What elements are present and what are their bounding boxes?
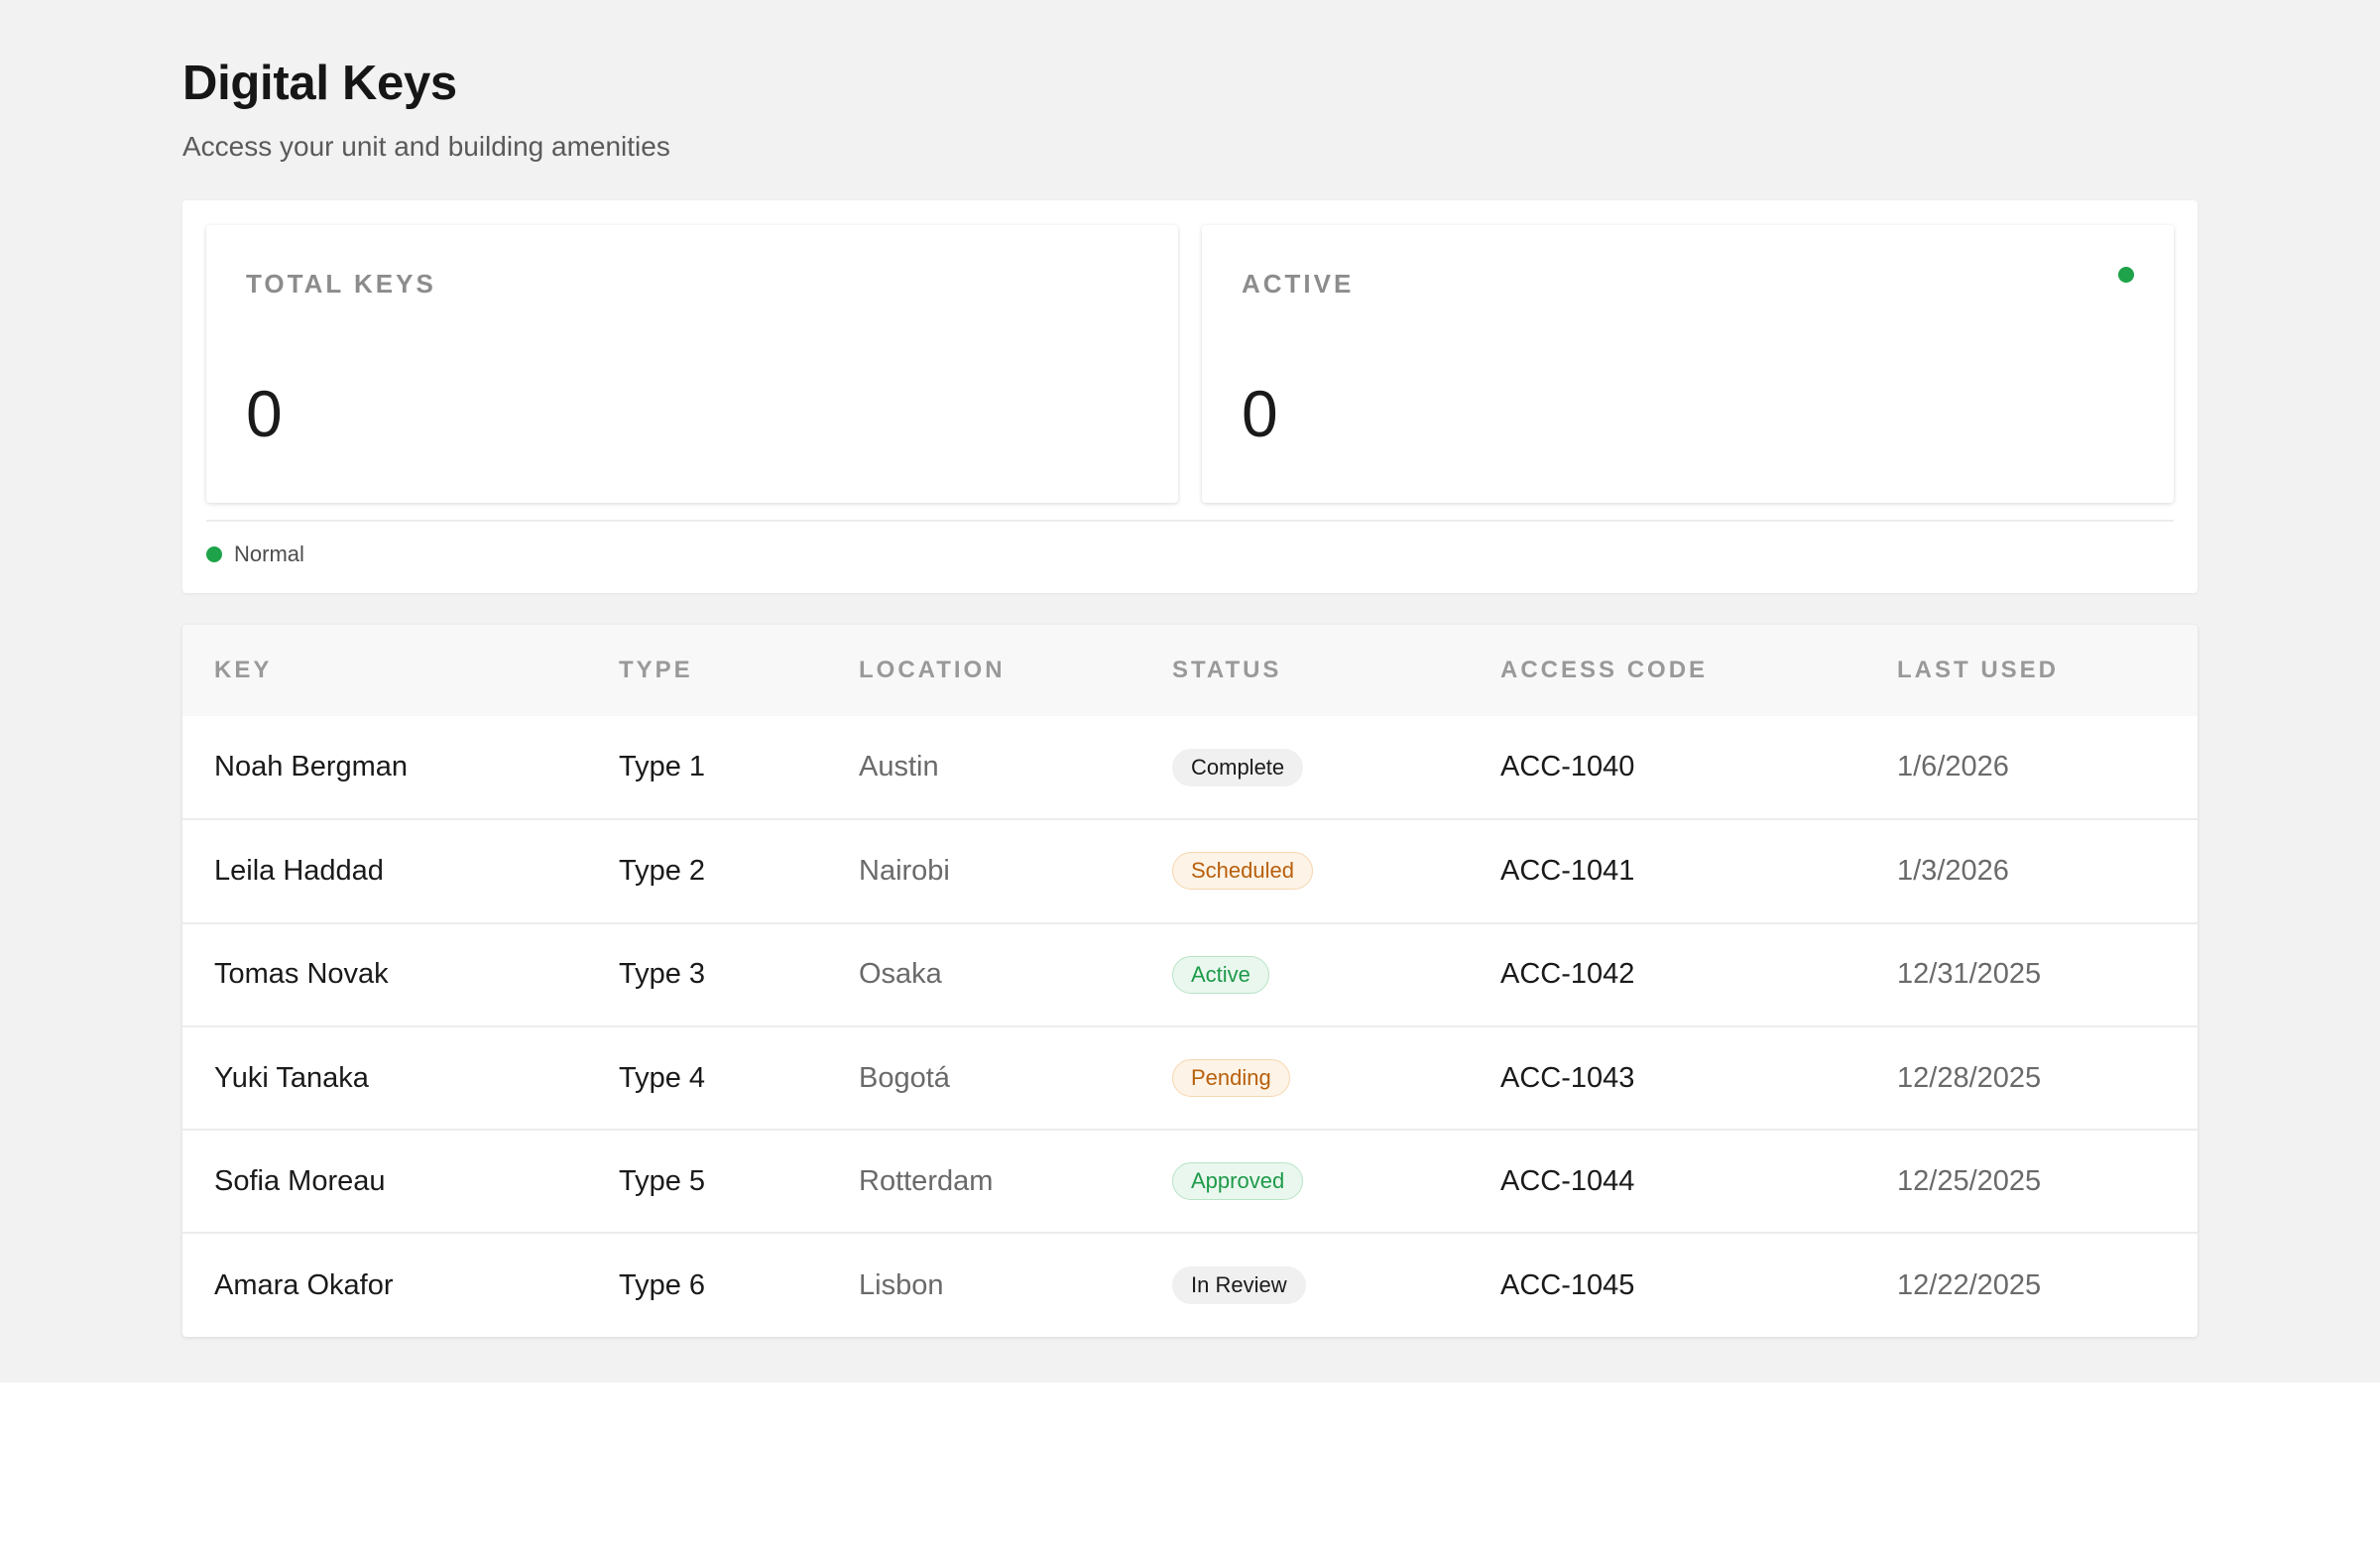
- last-used-cell: 1/3/2026: [1897, 854, 2009, 887]
- table-header-row: KEY TYPE LOCATION STATUS ACCESS CODE LAST USE…: [182, 625, 2198, 716]
- key-cell: Tomas Novak: [214, 958, 389, 991]
- stat-card-active: ACTIVE 0: [1202, 225, 2174, 503]
- key-cell: Leila Haddad: [214, 854, 384, 887]
- table-row[interactable]: Amara Okafor Type 6 Lisbon In Review ACC-104…: [182, 1233, 2198, 1336]
- access-code-cell: ACC-1040: [1500, 751, 1635, 783]
- last-used-cell: 1/6/2026: [1897, 751, 2009, 783]
- location-cell: Rotterdam: [859, 1164, 994, 1197]
- status-badge: Pending: [1172, 1059, 1290, 1098]
- table-body: Noah Bergman Type 1 Austin Complete ACC-1040…: [182, 716, 2198, 1337]
- keys-table: KEY TYPE LOCATION STATUS ACCESS CODE LAST USE…: [182, 625, 2198, 1337]
- access-code-cell: ACC-1042: [1500, 958, 1635, 991]
- location-cell: Bogotá: [859, 1061, 950, 1094]
- type-cell: Type 5: [619, 1164, 706, 1197]
- table-row[interactable]: Sofia Moreau Type 5 Rotterdam Approved ACC-1…: [182, 1130, 2198, 1233]
- status-badge: Complete: [1172, 748, 1304, 786]
- access-code-cell: ACC-1044: [1500, 1164, 1635, 1197]
- legend-label: Normal: [234, 541, 304, 566]
- main-content: Digital Keys Access your unit and buildi…: [182, 52, 2198, 1337]
- column-access-code-header: ACCESS CODE: [1500, 657, 1709, 683]
- legend: Normal: [206, 541, 304, 567]
- stat-label: ACTIVE: [1242, 269, 1355, 299]
- type-cell: Type 2: [619, 854, 706, 887]
- key-cell: Yuki Tanaka: [214, 1061, 369, 1094]
- access-code-cell: ACC-1045: [1500, 1268, 1635, 1301]
- last-used-cell: 12/25/2025: [1897, 1164, 2042, 1197]
- table-row[interactable]: Tomas Novak Type 3 Osaka Active ACC-1042 12/3…: [182, 922, 2198, 1026]
- table-row[interactable]: Leila Haddad Type 2 Nairobi Scheduled ACC-10…: [182, 819, 2198, 922]
- key-cell: Sofia Moreau: [214, 1164, 386, 1197]
- status-cell: Scheduled: [1140, 819, 1469, 922]
- status-cell: Pending: [1140, 1026, 1469, 1130]
- column-key-header: KEY: [214, 657, 273, 683]
- column-type-header: TYPE: [619, 657, 693, 683]
- type-cell: Type 1: [619, 751, 706, 783]
- location-cell: Lisbon: [859, 1268, 944, 1301]
- type-cell: Type 4: [619, 1061, 706, 1094]
- stat-value: 0: [246, 377, 283, 450]
- keys-table-card: KEY TYPE LOCATION STATUS ACCESS CODE LAST USE…: [182, 625, 2198, 1337]
- column-last-used-header: LAST USED: [1897, 657, 2060, 683]
- stat-value: 0: [1242, 377, 1278, 450]
- table-row[interactable]: Yuki Tanaka Type 4 Bogotá Pending ACC-1043 12…: [182, 1025, 2198, 1130]
- access-code-cell: ACC-1043: [1500, 1061, 1635, 1094]
- status-badge: In Review: [1172, 1266, 1306, 1305]
- key-cell: Noah Bergman: [214, 751, 409, 783]
- status-badge: Scheduled: [1172, 852, 1313, 891]
- key-cell: Amara Okafor: [214, 1268, 394, 1301]
- access-code-cell: ACC-1041: [1500, 854, 1635, 887]
- location-cell: Austin: [859, 751, 939, 783]
- table-row[interactable]: Noah Bergman Type 1 Austin Complete ACC-1040…: [182, 716, 2198, 819]
- page-title: Digital Keys: [182, 57, 457, 110]
- column-location-header: LOCATION: [859, 657, 1006, 683]
- column-status-header: STATUS: [1172, 657, 1282, 683]
- last-used-cell: 12/22/2025: [1897, 1268, 2042, 1301]
- type-cell: Type 3: [619, 958, 706, 991]
- legend-dot-icon: [206, 546, 222, 562]
- last-used-cell: 12/31/2025: [1897, 958, 2042, 991]
- location-cell: Nairobi: [859, 854, 950, 887]
- last-used-cell: 12/28/2025: [1897, 1061, 2042, 1094]
- type-cell: Type 6: [619, 1268, 706, 1301]
- status-cell: In Review: [1140, 1233, 1469, 1336]
- divider: [206, 520, 2174, 522]
- stat-card-total-keys: TOTAL KEYS 0: [206, 225, 1178, 503]
- status-cell: Complete: [1140, 716, 1469, 819]
- page-subtitle: Access your unit and building amenities: [182, 131, 670, 162]
- stat-label: TOTAL KEYS: [246, 269, 436, 299]
- status-cell: Approved: [1140, 1130, 1469, 1233]
- status-badge: Approved: [1172, 1162, 1304, 1201]
- status-dot-icon: [2118, 267, 2134, 283]
- stats-panel: TOTAL KEYS 0 ACTIVE 0 Normal: [182, 200, 2198, 593]
- location-cell: Osaka: [859, 958, 942, 991]
- status-badge: Active: [1172, 955, 1269, 994]
- status-cell: Active: [1140, 923, 1469, 1026]
